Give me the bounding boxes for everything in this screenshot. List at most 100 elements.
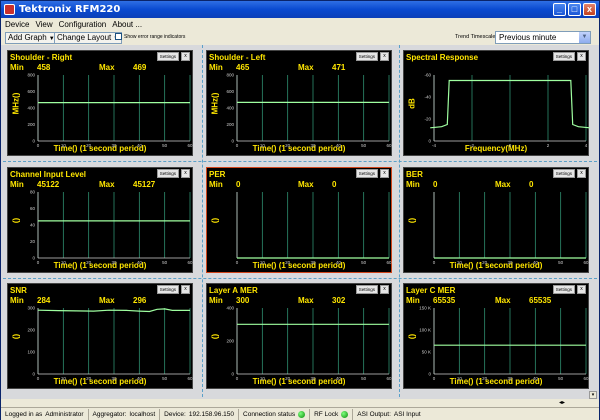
device-value: 192.158.96.150 bbox=[188, 410, 235, 418]
add-graph-button[interactable]: Add Graph ▼ bbox=[5, 32, 58, 44]
window-title: Tektronix RFM220 bbox=[19, 4, 121, 15]
x-tick-label: 10 bbox=[61, 260, 67, 265]
graph-panel[interactable]: Spectral Response Settings x dB Frequency(MH… bbox=[403, 50, 590, 156]
add-graph-label: Add Graph bbox=[8, 33, 47, 42]
panel-close-button[interactable]: x bbox=[181, 285, 190, 294]
show-error-ranges-toggle[interactable]: Show error range indicators bbox=[115, 33, 185, 40]
y-tick-label: 80 bbox=[30, 190, 36, 195]
panel-close-button[interactable]: x bbox=[380, 285, 389, 294]
y-tick-label: 400 bbox=[226, 106, 234, 111]
menu-configuration[interactable]: Configuration bbox=[59, 20, 107, 29]
minimize-button[interactable]: _ bbox=[553, 3, 566, 16]
trend-timescale-label: Trend Timescale: bbox=[455, 34, 497, 40]
y-axis-label: () bbox=[11, 333, 21, 340]
panel-settings-button[interactable]: Settings bbox=[552, 52, 575, 61]
status-rf-lock: RF Lock bbox=[310, 408, 354, 420]
y-tick-label: 150 K bbox=[419, 306, 431, 311]
y-tick-label: 20 bbox=[30, 239, 36, 244]
panel-close-button[interactable]: x bbox=[380, 52, 389, 61]
graph-panel[interactable]: Layer A MER Settings x Min 300 Max 302() Time()… bbox=[206, 283, 392, 389]
panel-title: Spectral Response bbox=[406, 53, 479, 62]
x-tick-label: 10 bbox=[260, 143, 266, 148]
min-label: Min bbox=[406, 296, 420, 305]
plot-area: 0 10 20 30 40 50 60 0 20 40 60 80 bbox=[30, 190, 193, 266]
graph-panel[interactable]: PER Settings x Min 0 Max 0() Time() (1 second p… bbox=[206, 167, 392, 273]
y-tick-label: 0 bbox=[231, 372, 234, 377]
menu-about[interactable]: About ... bbox=[112, 20, 142, 29]
status-bar: Logged in as Administrator Aggregator: l… bbox=[1, 407, 599, 420]
min-value: 465 bbox=[236, 63, 250, 72]
panel-close-button[interactable]: x bbox=[181, 169, 190, 178]
panel-close-button[interactable]: x bbox=[577, 52, 586, 61]
change-layout-button[interactable]: Change Layout▼ bbox=[54, 32, 123, 44]
panel-title: Channel Input Level bbox=[10, 170, 87, 179]
max-label: Max bbox=[298, 296, 314, 305]
logged-in-value: Administrator bbox=[45, 410, 84, 418]
panel-settings-button[interactable]: Settings bbox=[355, 285, 378, 294]
max-label: Max bbox=[99, 180, 115, 189]
checkbox[interactable] bbox=[115, 33, 122, 40]
x-tick-label: -2 bbox=[470, 143, 474, 148]
chart-svg: 0 10 20 30 40 50 60 bbox=[236, 192, 392, 265]
plot-area: 0 10 20 30 40 50 60 0 100 200 300 bbox=[27, 306, 193, 382]
min-value: 45122 bbox=[37, 180, 60, 189]
x-tick-label: 60 bbox=[187, 143, 193, 148]
menu-view[interactable]: View bbox=[35, 20, 52, 29]
connection-led-icon bbox=[298, 410, 306, 418]
panel-title: BER bbox=[406, 170, 423, 179]
graph-panel[interactable]: Channel Input Level Settings x Min 45122 Max 4… bbox=[7, 167, 193, 273]
x-tick-label: 20 bbox=[285, 260, 291, 265]
maximize-button[interactable]: □ bbox=[568, 3, 581, 16]
device-label: Device: bbox=[164, 410, 186, 418]
panel-settings-button[interactable]: Settings bbox=[355, 52, 378, 61]
x-tick-label: 10 bbox=[260, 376, 266, 381]
chart-svg: 0 10 20 30 40 50 60 bbox=[433, 192, 589, 265]
menu-device[interactable]: Device bbox=[5, 20, 29, 29]
app-window: Tektronix RFM220 _ □ x Device View Confi… bbox=[0, 0, 600, 420]
panel-settings-button[interactable]: Settings bbox=[156, 52, 179, 61]
resize-corner-icon[interactable]: ▾ bbox=[589, 391, 597, 399]
plot-area: 0 10 20 30 40 50 60 bbox=[433, 192, 589, 265]
graph-panel[interactable]: BER Settings x Min 0 Max 0() Time() (1 second p… bbox=[403, 167, 589, 273]
scroll-arrows-icon[interactable]: ◂▸ bbox=[559, 399, 565, 406]
graph-panel[interactable]: SNR Settings x Min 284 Max 296() Time() (1 seco… bbox=[7, 283, 193, 389]
panel-settings-button[interactable]: Settings bbox=[355, 169, 378, 178]
x-tick-label: 60 bbox=[583, 260, 589, 265]
y-tick-label: 300 bbox=[27, 306, 35, 311]
panel-settings-button[interactable]: Settings bbox=[552, 169, 575, 178]
y-axis-label: () bbox=[210, 217, 220, 224]
graph-panel[interactable]: Layer C MER Settings x Min 65535 Max 65535() Ti… bbox=[403, 283, 589, 389]
y-tick-label: -40 bbox=[424, 95, 431, 100]
panel-settings-button[interactable]: Settings bbox=[552, 285, 575, 294]
row-divider bbox=[3, 278, 597, 279]
graph-panel[interactable]: Shoulder - Left Settings x Min 465 Max 471 MHz(… bbox=[206, 50, 392, 156]
plot-area: 0 10 20 30 40 50 60 0 200 400 600 800 bbox=[27, 73, 193, 149]
y-tick-label: 0 bbox=[32, 139, 35, 144]
y-tick-label: 200 bbox=[27, 122, 35, 127]
x-tick-label: 40 bbox=[137, 143, 143, 148]
panel-close-button[interactable]: x bbox=[181, 52, 190, 61]
y-axis-label: () bbox=[407, 333, 417, 340]
panel-settings-button[interactable]: Settings bbox=[156, 169, 179, 178]
y-tick-label: 600 bbox=[27, 89, 35, 94]
plot-area: 0 10 20 30 40 50 60 0 200 400 600 800 bbox=[226, 73, 392, 149]
x-tick-label: 60 bbox=[386, 143, 392, 148]
chevron-down-icon[interactable]: ▼ bbox=[579, 32, 590, 43]
horizontal-scrollbar[interactable]: ◂▸ bbox=[1, 399, 599, 407]
asi-output-value: ASI Input bbox=[393, 410, 421, 418]
panel-title: Shoulder - Right bbox=[10, 53, 73, 62]
panel-close-button[interactable]: x bbox=[577, 169, 586, 178]
graph-panel[interactable]: Shoulder - Right Settings x Min 458 Max 469 MHz… bbox=[7, 50, 193, 156]
min-label: Min bbox=[10, 296, 24, 305]
y-tick-label: 200 bbox=[226, 122, 234, 127]
close-button[interactable]: x bbox=[583, 3, 596, 16]
window-controls: _ □ x bbox=[553, 3, 596, 16]
trend-timescale-select[interactable]: Previous minute ▼ bbox=[495, 31, 591, 44]
panel-close-button[interactable]: x bbox=[577, 285, 586, 294]
panel-settings-button[interactable]: Settings bbox=[156, 285, 179, 294]
panel-close-button[interactable]: x bbox=[380, 169, 389, 178]
title-bar[interactable]: Tektronix RFM220 _ □ x bbox=[1, 1, 599, 18]
x-tick-label: 40 bbox=[336, 143, 342, 148]
y-tick-label: -60 bbox=[424, 73, 431, 78]
x-tick-label: 50 bbox=[162, 260, 168, 265]
